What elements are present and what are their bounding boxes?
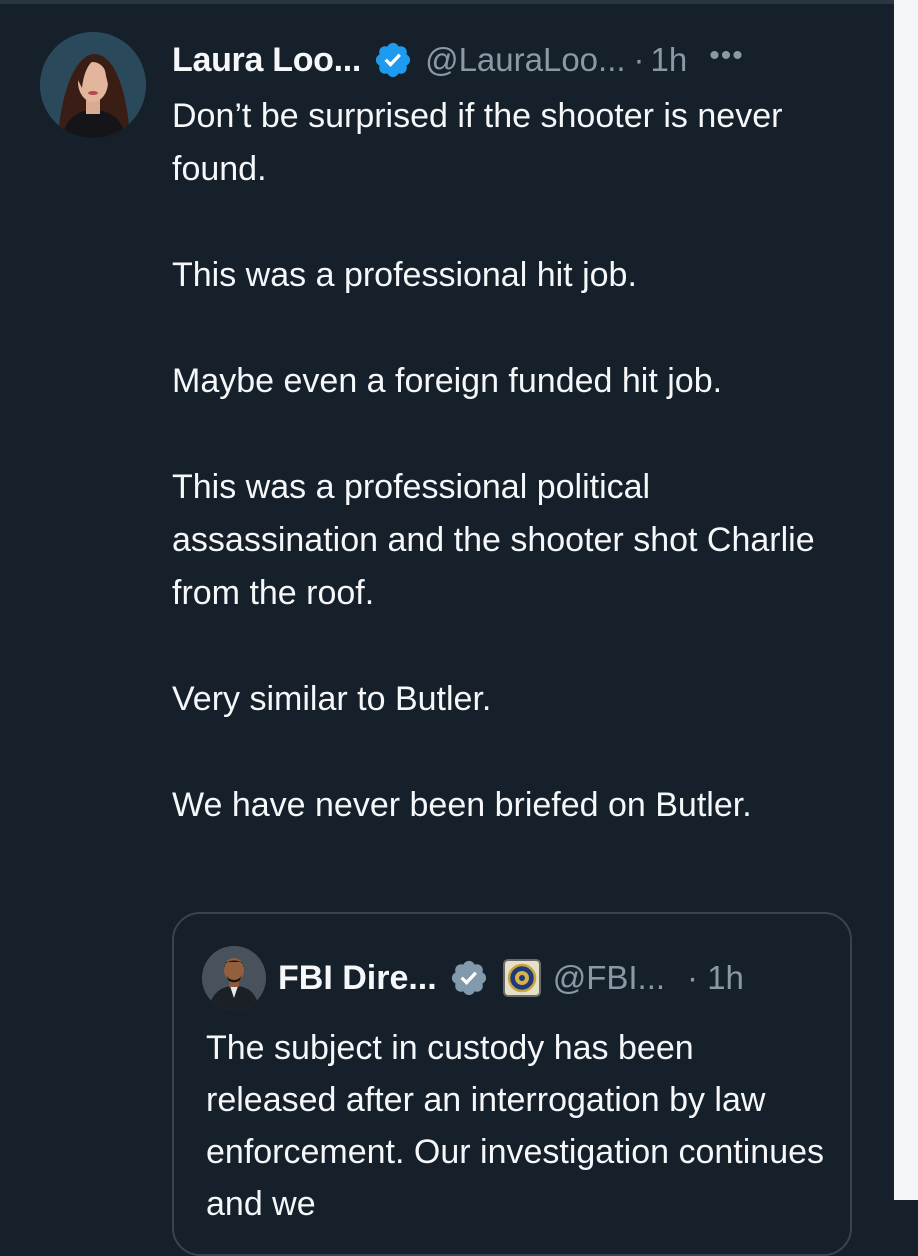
tweet-header: Laura Loo... @LauraLoo... · 1h ••• [172, 36, 744, 84]
verified-badge-icon [373, 40, 413, 80]
tweet-paragraph: This was a professional hit job. [172, 256, 637, 294]
quoted-timestamp[interactable]: · 1h [687, 959, 744, 997]
tweet-paragraph: This was a professional political assass… [172, 468, 815, 612]
fbi-seal-icon[interactable] [502, 959, 541, 997]
tweet-paragraph: Very similar to Butler. [172, 680, 492, 718]
tweet-paragraph: Maybe even a foreign funded hit job. [172, 362, 723, 400]
tweet-paragraph: We have never been briefed on Butler. [172, 786, 752, 824]
tweet-text: Don’t be surprised if the shooter is nev… [172, 90, 852, 832]
quoted-tweet-header: FBI Dire... @FBI... · 1h [278, 952, 744, 1004]
quoted-author-name[interactable]: FBI Dire... [278, 959, 437, 998]
author-avatar[interactable] [40, 32, 146, 138]
tweet[interactable]: Laura Loo... @LauraLoo... · 1h ••• Don’t… [0, 4, 894, 1256]
quoted-tweet-text: The subject in custody has been released… [206, 1029, 825, 1223]
quoted-tweet[interactable]: FBI Dire... @FBI... · 1h The subject in … [172, 912, 852, 1256]
author-handle[interactable]: @LauraLoo... [425, 41, 625, 79]
gray-verified-badge-icon [449, 958, 489, 998]
more-options-icon[interactable]: ••• [709, 39, 744, 73]
quoted-author-avatar[interactable] [202, 946, 266, 1010]
timestamp[interactable]: 1h [651, 41, 688, 79]
author-name[interactable]: Laura Loo... [172, 41, 361, 80]
right-edge [894, 0, 918, 1200]
quoted-author-handle[interactable]: @FBI... [553, 959, 665, 997]
tweet-paragraph: Don’t be surprised if the shooter is nev… [172, 97, 783, 188]
separator-dot: · [633, 41, 645, 78]
